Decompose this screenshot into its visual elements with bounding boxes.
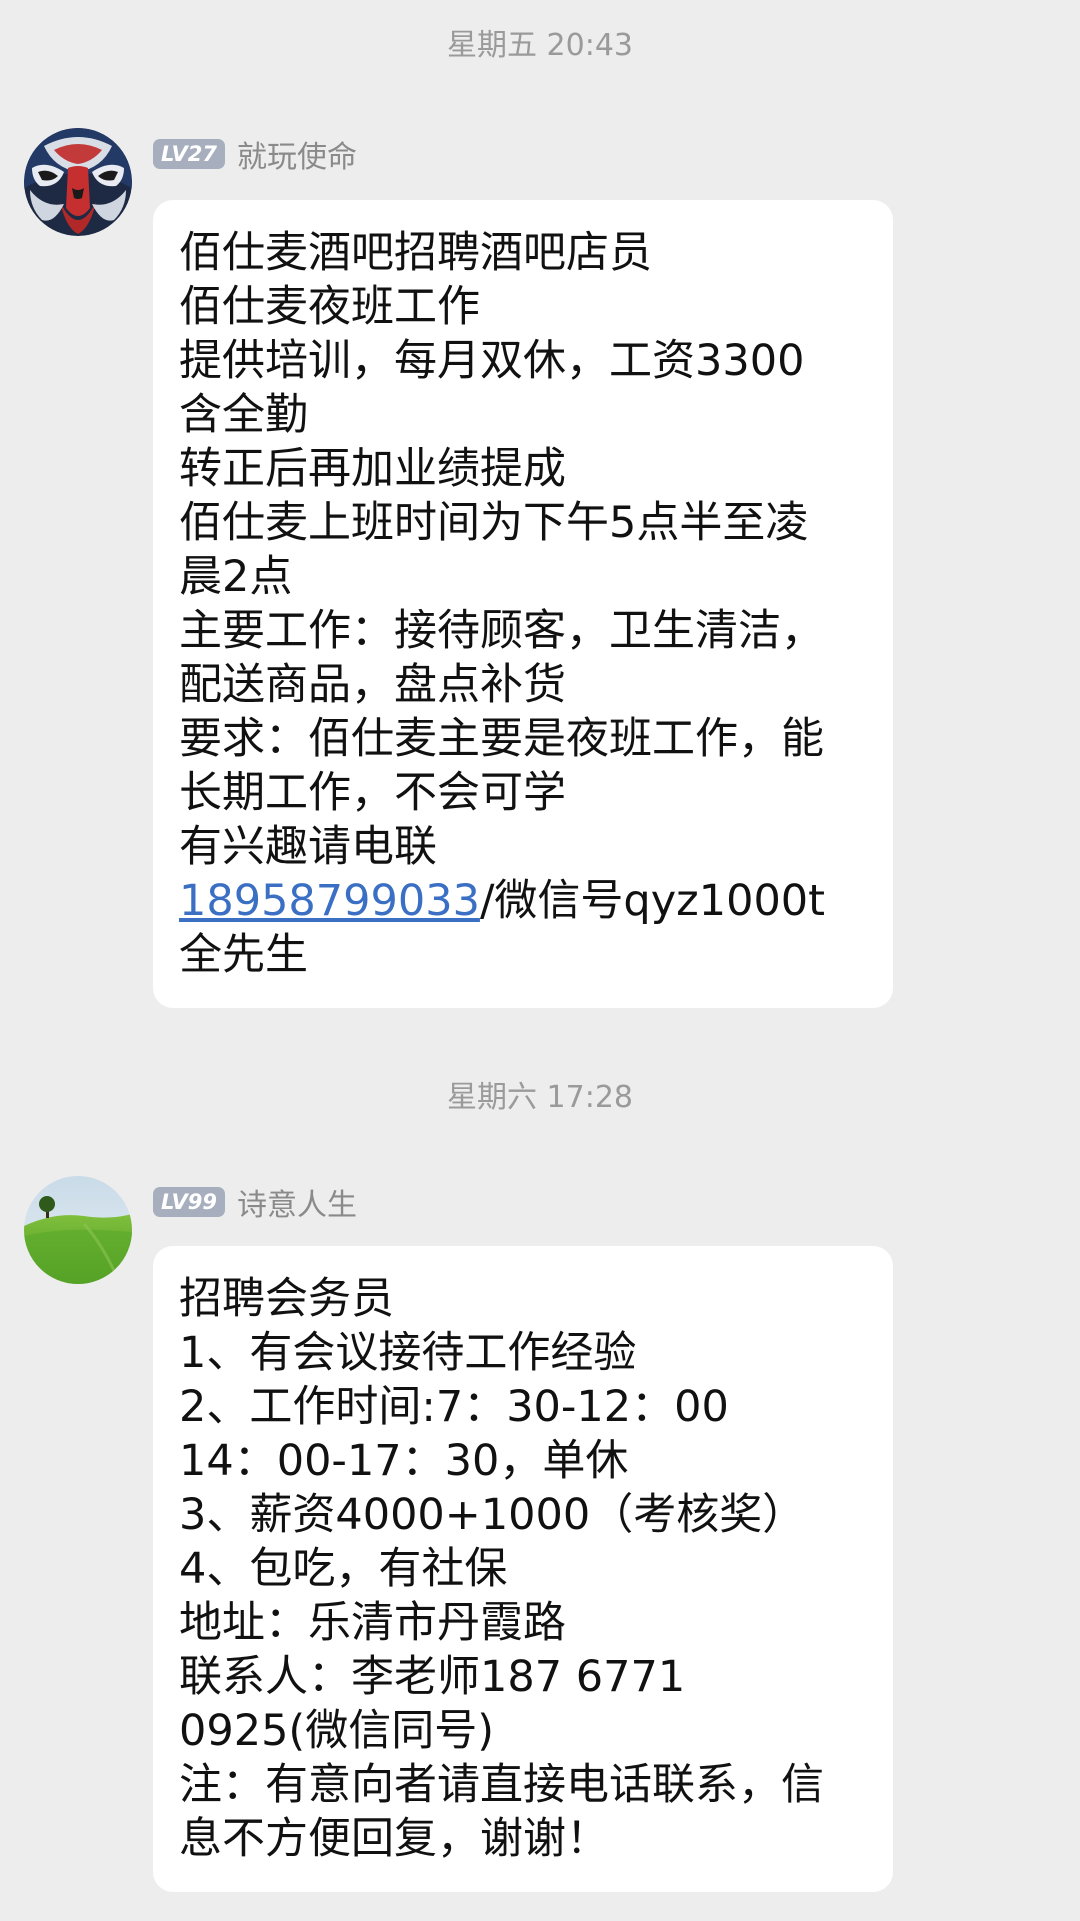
message-line: 佰仕麦夜班工作 bbox=[179, 282, 480, 332]
message-line: 提供培训，每月双休，工资3300 bbox=[179, 336, 805, 386]
message-line: 地址：乐清市丹霞路 bbox=[179, 1598, 566, 1648]
message-line: 4、包吃，有社保 bbox=[179, 1544, 508, 1594]
level-badge: LV99 bbox=[153, 1187, 225, 1217]
contact-line: 18958799033/微信号qyz1000t bbox=[179, 874, 873, 928]
wechat-id-text: /微信号qyz1000t bbox=[479, 876, 826, 926]
message-line: 转正后再加业绩提成 bbox=[179, 444, 566, 494]
timestamp-divider: 星期五 20:43 bbox=[447, 28, 633, 63]
message-line: 长期工作，不会可学 bbox=[179, 768, 566, 818]
phone-link[interactable]: 18958799033 bbox=[179, 876, 480, 926]
message-line: 佰仕麦酒吧招聘酒吧店员 bbox=[179, 228, 652, 278]
message-line: 配送商品，盘点补货 bbox=[179, 660, 566, 710]
avatar[interactable] bbox=[24, 1176, 132, 1284]
message-bubble[interactable]: 佰仕麦酒吧招聘酒吧店员 佰仕麦夜班工作 提供培训，每月双休，工资3300 含全勤… bbox=[153, 200, 893, 1008]
message-line: 3、薪资4000+1000（考核奖） bbox=[179, 1490, 806, 1540]
sender-name[interactable]: 诗意人生 bbox=[237, 1180, 357, 1224]
message-line: 含全勤 bbox=[179, 390, 308, 440]
green-hill-landscape-avatar-icon bbox=[24, 1176, 132, 1284]
message-line: 息不方便回复，谢谢！ bbox=[179, 1814, 609, 1864]
opera-mask-avatar-icon bbox=[24, 128, 132, 236]
message-line: 要求：佰仕麦主要是夜班工作，能 bbox=[179, 714, 824, 764]
message-line: 主要工作：接待顾客，卫生清洁， bbox=[179, 606, 824, 656]
avatar[interactable] bbox=[24, 128, 132, 236]
message-line: 佰仕麦上班时间为下午5点半至凌 bbox=[179, 498, 809, 548]
message-bubble[interactable]: 招聘会务员 1、有会议接待工作经验 2、工作时间:7：30-12：00 14：0… bbox=[153, 1246, 893, 1892]
timestamp-divider: 星期六 17:28 bbox=[447, 1080, 633, 1115]
message-line: 0925(微信同号) bbox=[179, 1706, 494, 1756]
level-badge: LV27 bbox=[153, 139, 225, 169]
sender-meta: LV27 就玩使命 bbox=[153, 132, 357, 176]
message-line: 14：00-17：30，单休 bbox=[179, 1436, 629, 1486]
sender-name[interactable]: 就玩使命 bbox=[237, 132, 357, 176]
message-line: 注：有意向者请直接电话联系，信 bbox=[179, 1760, 824, 1810]
sender-meta: LV99 诗意人生 bbox=[153, 1180, 357, 1224]
message-line: 晨2点 bbox=[179, 552, 293, 602]
message-line: 有兴趣请电联 bbox=[179, 822, 437, 872]
message-line: 招聘会务员 bbox=[179, 1274, 394, 1324]
message-line: 全先生 bbox=[179, 930, 308, 980]
message-line: 2、工作时间:7：30-12：00 bbox=[179, 1382, 729, 1432]
message-line: 1、有会议接待工作经验 bbox=[179, 1328, 637, 1378]
message-line: 联系人：李老师187 6771 bbox=[179, 1652, 686, 1702]
